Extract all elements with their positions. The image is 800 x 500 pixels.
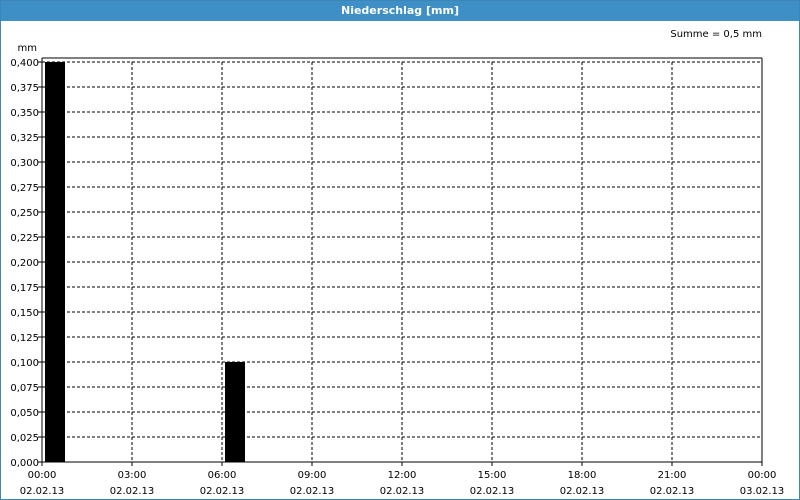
x-tick-date-label: 02.02.13 bbox=[20, 486, 65, 497]
y-tick-label: 0,025 bbox=[10, 433, 39, 444]
x-axis-ticks: 00:00 02.02.13 03:00 02.02.13 06:00 02.02.13 0… bbox=[20, 462, 785, 497]
y-axis-ticks: 0,000 0,025 0,050 0,075 0,100 0,125 0,150 0,175… bbox=[10, 58, 42, 469]
x-tick-time-label: 00:00 bbox=[748, 470, 777, 481]
sum-annotation: Summe = 0,5 mm bbox=[670, 29, 762, 40]
y-tick-label: 0,000 bbox=[10, 458, 39, 469]
x-tick-time-label: 00:00 bbox=[28, 470, 57, 481]
x-tick-time-label: 21:00 bbox=[658, 470, 687, 481]
y-tick-label: 0,125 bbox=[10, 333, 39, 344]
precipitation-bar bbox=[225, 362, 245, 462]
x-tick-time-label: 06:00 bbox=[208, 470, 237, 481]
x-tick-date-label: 02.02.13 bbox=[200, 486, 245, 497]
x-tick-date-label: 02.02.13 bbox=[380, 486, 425, 497]
precipitation-bar bbox=[45, 62, 65, 462]
chart-window: Niederschlag [mm] mm Summe = 0,5 mm 0,00… bbox=[0, 0, 800, 500]
grid-lines bbox=[42, 61, 762, 462]
x-tick-time-label: 09:00 bbox=[298, 470, 327, 481]
y-tick-label: 0,325 bbox=[10, 133, 39, 144]
y-tick-label: 0,400 bbox=[10, 58, 39, 69]
y-tick-label: 0,175 bbox=[10, 283, 39, 294]
x-tick-time-label: 03:00 bbox=[118, 470, 147, 481]
y-tick-label: 0,075 bbox=[10, 383, 39, 394]
x-tick-time-label: 15:00 bbox=[478, 470, 507, 481]
x-tick-date-label: 02.02.13 bbox=[650, 486, 695, 497]
y-tick-label: 0,050 bbox=[10, 408, 39, 419]
y-tick-label: 0,200 bbox=[10, 258, 39, 269]
x-tick-time-label: 18:00 bbox=[568, 470, 597, 481]
y-tick-label: 0,150 bbox=[10, 308, 39, 319]
y-tick-label: 0,275 bbox=[10, 183, 39, 194]
x-tick-date-label: 02.02.13 bbox=[290, 486, 335, 497]
precipitation-chart: mm Summe = 0,5 mm 0,0000,0250,0500,0750,… bbox=[10, 29, 785, 497]
x-tick-date-label: 02.02.13 bbox=[560, 486, 605, 497]
y-tick-label: 0,375 bbox=[10, 83, 39, 94]
x-tick-date-label: 02.02.13 bbox=[470, 486, 515, 497]
y-tick-label: 0,300 bbox=[10, 158, 39, 169]
x-tick-time-label: 12:00 bbox=[388, 470, 417, 481]
y-tick-label: 0,350 bbox=[10, 108, 39, 119]
y-tick-label: 0,100 bbox=[10, 358, 39, 369]
window-title: Niederschlag [mm] bbox=[1, 1, 799, 21]
y-tick-label: 0,250 bbox=[10, 208, 39, 219]
y-axis-unit-label: mm bbox=[18, 43, 37, 54]
x-tick-date-label: 03.02.13 bbox=[740, 486, 785, 497]
y-tick-label: 0,225 bbox=[10, 233, 39, 244]
x-tick-date-label: 02.02.13 bbox=[110, 486, 155, 497]
